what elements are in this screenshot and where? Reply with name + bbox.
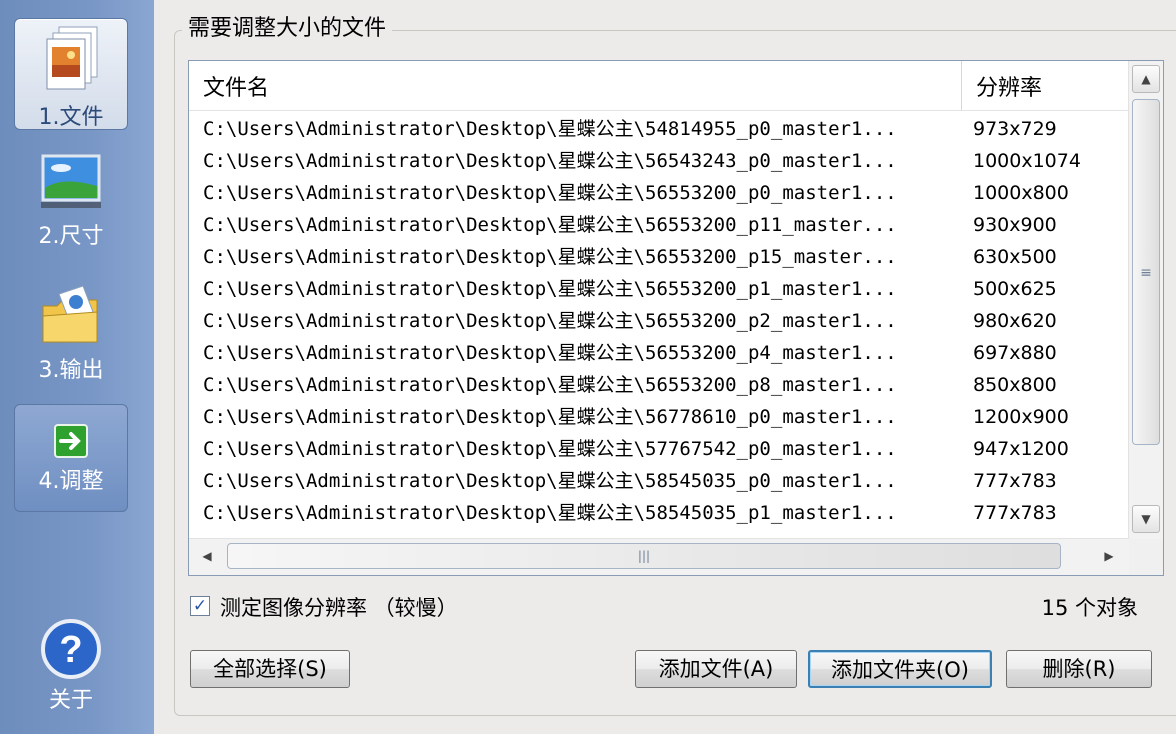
add-folder-button[interactable]: 添加文件夹(O): [808, 650, 992, 688]
table-row[interactable]: C:\Users\Administrator\Desktop\星蝶公主\5776…: [189, 433, 1129, 465]
step-adjust[interactable]: 4.调整: [14, 404, 128, 512]
horizontal-scrollbar[interactable]: ◀ ||| ▶: [189, 538, 1129, 575]
resolution-cell: 1000x1074: [973, 150, 1081, 172]
add-file-button[interactable]: 添加文件(A): [635, 650, 797, 688]
resize-picture-icon: [41, 154, 101, 208]
step-output[interactable]: 3.输出: [14, 282, 128, 394]
table-row[interactable]: C:\Users\Administrator\Desktop\星蝶公主\5655…: [189, 209, 1129, 241]
step-files-label: 1.文件: [38, 105, 104, 130]
scroll-right-button[interactable]: ▶: [1095, 543, 1123, 571]
file-path-cell: C:\Users\Administrator\Desktop\星蝶公主\5776…: [203, 438, 897, 460]
measure-resolution-label[interactable]: 测定图像分辨率 （较慢）: [220, 592, 458, 622]
scrollbar-corner: [1129, 539, 1163, 575]
svg-text:?: ?: [59, 629, 82, 671]
about-button[interactable]: ? 关于: [14, 618, 128, 728]
resolution-cell: 777x783: [973, 470, 1057, 492]
about-label: 关于: [48, 688, 93, 713]
files-icon: [46, 26, 98, 90]
vertical-scroll-thumb[interactable]: ≡: [1132, 99, 1160, 445]
output-folder-icon: [42, 285, 98, 343]
resolution-cell: 947x1200: [973, 438, 1069, 460]
resolution-cell: 500x625: [973, 278, 1057, 300]
table-row[interactable]: C:\Users\Administrator\Desktop\星蝶公主\5854…: [189, 497, 1129, 529]
table-row[interactable]: C:\Users\Administrator\Desktop\星蝶公主\5655…: [189, 177, 1129, 209]
arrow-right-icon: [54, 424, 88, 458]
file-path-cell: C:\Users\Administrator\Desktop\星蝶公主\5655…: [203, 374, 897, 396]
file-path-cell: C:\Users\Administrator\Desktop\星蝶公主\5655…: [203, 246, 897, 268]
resolution-cell: 630x500: [973, 246, 1057, 268]
file-path-cell: C:\Users\Administrator\Desktop\星蝶公主\5481…: [203, 118, 897, 140]
resolution-cell: 980x620: [973, 310, 1057, 332]
step-output-label: 3.输出: [38, 358, 104, 383]
horizontal-scroll-thumb[interactable]: |||: [227, 543, 1061, 569]
group-title: 需要调整大小的文件: [182, 10, 393, 42]
help-icon: ?: [41, 619, 101, 679]
table-row[interactable]: C:\Users\Administrator\Desktop\星蝶公主\5655…: [189, 241, 1129, 273]
file-path-cell: C:\Users\Administrator\Desktop\星蝶公主\5854…: [203, 502, 897, 524]
measure-resolution-checkbox[interactable]: ✓: [190, 596, 210, 616]
file-path-cell: C:\Users\Administrator\Desktop\星蝶公主\5655…: [203, 182, 897, 204]
file-list[interactable]: 文件名 分辨率 C:\Users\Administrator\Desktop\星…: [188, 60, 1164, 576]
file-path-cell: C:\Users\Administrator\Desktop\星蝶公主\5655…: [203, 278, 897, 300]
scroll-down-button[interactable]: ▼: [1132, 505, 1160, 533]
file-path-cell: C:\Users\Administrator\Desktop\星蝶公主\5655…: [203, 310, 897, 332]
file-path-cell: C:\Users\Administrator\Desktop\星蝶公主\5854…: [203, 470, 897, 492]
step-size-label: 2.尺寸: [38, 224, 104, 249]
resolution-cell: 777x783: [973, 502, 1057, 524]
vertical-scrollbar[interactable]: ▲ ≡ ▼: [1128, 61, 1163, 541]
resolution-cell: 1200x900: [973, 406, 1069, 428]
column-header-filename[interactable]: 文件名: [189, 61, 961, 111]
sidebar: 1.文件 2.尺寸 3.输出 4.调整 ? 关于: [0, 0, 154, 734]
table-row[interactable]: C:\Users\Administrator\Desktop\星蝶公主\5854…: [189, 465, 1129, 497]
table-row[interactable]: C:\Users\Administrator\Desktop\星蝶公主\5655…: [189, 369, 1129, 401]
scroll-left-button[interactable]: ◀: [193, 543, 221, 571]
scroll-up-button[interactable]: ▲: [1132, 65, 1160, 93]
table-row[interactable]: C:\Users\Administrator\Desktop\星蝶公主\5677…: [189, 401, 1129, 433]
table-row[interactable]: C:\Users\Administrator\Desktop\星蝶公主\5655…: [189, 273, 1129, 305]
step-size[interactable]: 2.尺寸: [14, 152, 128, 262]
table-row[interactable]: C:\Users\Administrator\Desktop\星蝶公主\5655…: [189, 305, 1129, 337]
step-files[interactable]: 1.文件: [14, 18, 128, 130]
table-row[interactable]: C:\Users\Administrator\Desktop\星蝶公主\5655…: [189, 337, 1129, 369]
file-path-cell: C:\Users\Administrator\Desktop\星蝶公主\5677…: [203, 406, 897, 428]
delete-button[interactable]: 删除(R): [1006, 650, 1152, 688]
file-path-cell: C:\Users\Administrator\Desktop\星蝶公主\5654…: [203, 150, 897, 172]
select-all-button[interactable]: 全部选择(S): [190, 650, 350, 688]
table-row[interactable]: C:\Users\Administrator\Desktop\星蝶公主\5654…: [189, 145, 1129, 177]
resolution-cell: 973x729: [973, 118, 1057, 140]
file-path-cell: C:\Users\Administrator\Desktop\星蝶公主\5655…: [203, 342, 897, 364]
step-adjust-label: 4.调整: [38, 469, 104, 494]
resolution-cell: 850x800: [973, 374, 1057, 396]
resolution-cell: 697x880: [973, 342, 1057, 364]
table-row[interactable]: C:\Users\Administrator\Desktop\星蝶公主\5481…: [189, 113, 1129, 145]
object-count: 15 个对象: [1041, 596, 1138, 620]
resolution-cell: 930x900: [973, 214, 1057, 236]
column-header-resolution[interactable]: 分辨率: [961, 61, 1131, 111]
resolution-cell: 1000x800: [973, 182, 1069, 204]
file-path-cell: C:\Users\Administrator\Desktop\星蝶公主\5655…: [203, 214, 897, 236]
